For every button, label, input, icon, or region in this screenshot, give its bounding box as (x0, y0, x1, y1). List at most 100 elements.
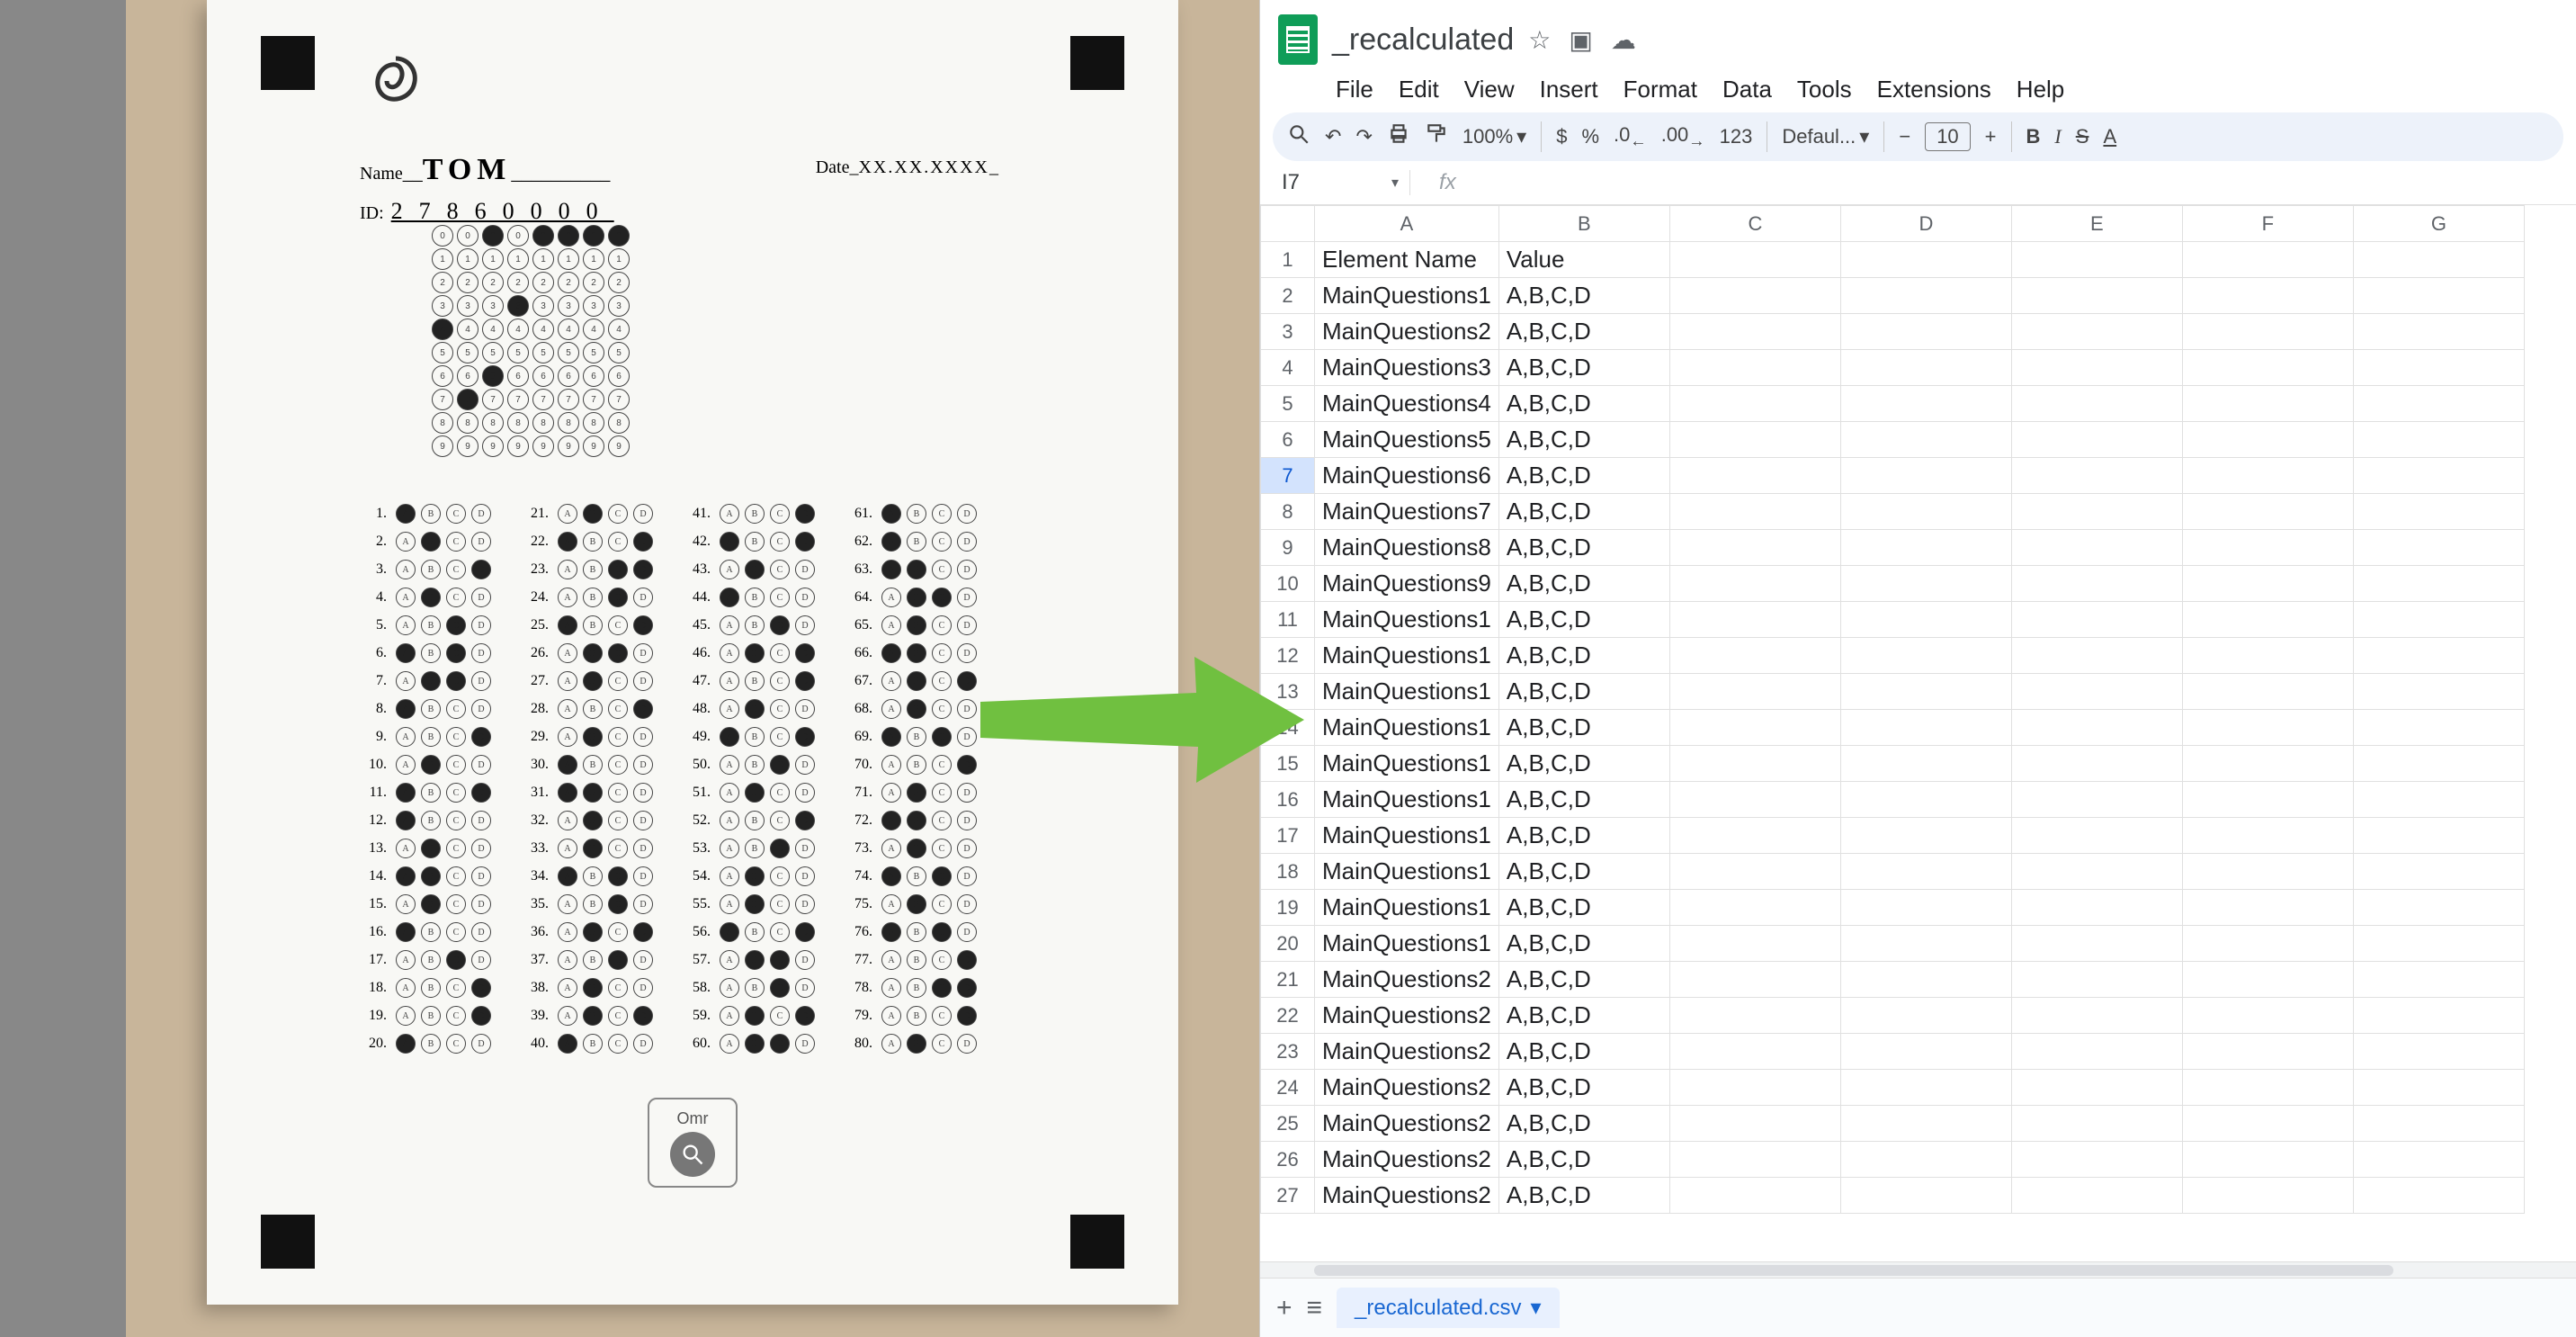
cell[interactable]: A,B,C,D (1498, 890, 1669, 926)
cell[interactable]: A,B,C,D (1498, 350, 1669, 386)
cell[interactable]: MainQuestions5 (1315, 422, 1499, 458)
cell[interactable]: A,B,C,D (1498, 278, 1669, 314)
sheets-app-icon[interactable] (1278, 14, 1318, 65)
bold-button[interactable]: B (2026, 125, 2041, 148)
cell[interactable] (1669, 638, 1840, 674)
cell[interactable] (1669, 602, 1840, 638)
cell[interactable]: MainQuestions1 (1315, 926, 1499, 962)
cell[interactable] (2011, 854, 2182, 890)
cell[interactable] (1840, 566, 2011, 602)
cell[interactable] (2011, 890, 2182, 926)
cell[interactable] (2353, 1178, 2524, 1214)
cell[interactable]: A,B,C,D (1498, 1106, 1669, 1142)
cell[interactable] (2353, 494, 2524, 530)
cell[interactable]: A,B,C,D (1498, 494, 1669, 530)
cell[interactable] (2011, 566, 2182, 602)
cell[interactable] (1840, 818, 2011, 854)
column-header[interactable]: A (1315, 206, 1499, 242)
cell[interactable]: MainQuestions3 (1315, 350, 1499, 386)
column-header[interactable]: F (2182, 206, 2353, 242)
cell[interactable] (1840, 458, 2011, 494)
cell[interactable] (2011, 530, 2182, 566)
cell[interactable] (2011, 458, 2182, 494)
cell[interactable] (2353, 1142, 2524, 1178)
cell[interactable]: A,B,C,D (1498, 710, 1669, 746)
cell[interactable] (2182, 1178, 2353, 1214)
cell[interactable] (2182, 710, 2353, 746)
cell[interactable] (1669, 314, 1840, 350)
cell[interactable] (2353, 1034, 2524, 1070)
chevron-down-icon[interactable]: ▾ (1530, 1295, 1541, 1321)
column-header[interactable]: B (1498, 206, 1669, 242)
menu-help[interactable]: Help (2017, 76, 2064, 103)
row-header[interactable]: 21 (1261, 962, 1315, 998)
cell[interactable]: Element Name (1315, 242, 1499, 278)
cell[interactable] (1669, 242, 1840, 278)
cell[interactable]: A,B,C,D (1498, 386, 1669, 422)
cell[interactable] (2353, 278, 2524, 314)
cell[interactable]: A,B,C,D (1498, 458, 1669, 494)
cell[interactable] (2353, 998, 2524, 1034)
cell[interactable] (2182, 1034, 2353, 1070)
cell[interactable]: A,B,C,D (1498, 602, 1669, 638)
name-box[interactable]: I7 (1275, 166, 1391, 199)
cell[interactable] (2182, 386, 2353, 422)
cell[interactable] (2011, 998, 2182, 1034)
cell[interactable] (2353, 602, 2524, 638)
cell[interactable]: MainQuestions1 (1315, 602, 1499, 638)
cell[interactable] (2011, 710, 2182, 746)
add-sheet-button[interactable]: + (1276, 1293, 1292, 1324)
cell[interactable] (2353, 314, 2524, 350)
cell[interactable] (2011, 818, 2182, 854)
cell[interactable] (1840, 638, 2011, 674)
row-header[interactable]: 10 (1261, 566, 1315, 602)
row-header[interactable]: 8 (1261, 494, 1315, 530)
row-header[interactable]: 4 (1261, 350, 1315, 386)
cell[interactable]: MainQuestions9 (1315, 566, 1499, 602)
cell[interactable] (1669, 962, 1840, 998)
cell[interactable] (1840, 854, 2011, 890)
row-header[interactable]: 24 (1261, 1070, 1315, 1106)
cell[interactable]: MainQuestions1 (1315, 746, 1499, 782)
row-header[interactable]: 6 (1261, 422, 1315, 458)
paint-format-icon[interactable] (1425, 122, 1448, 151)
cell[interactable] (2011, 1142, 2182, 1178)
cell[interactable] (1840, 710, 2011, 746)
cell[interactable] (2011, 638, 2182, 674)
cell[interactable] (1669, 386, 1840, 422)
cell[interactable]: A,B,C,D (1498, 314, 1669, 350)
row-header[interactable]: 2 (1261, 278, 1315, 314)
cell[interactable] (2353, 746, 2524, 782)
cell[interactable] (1669, 746, 1840, 782)
cell[interactable] (1840, 494, 2011, 530)
decrease-font-icon[interactable]: − (1899, 125, 1910, 148)
cell[interactable]: A,B,C,D (1498, 1070, 1669, 1106)
cell[interactable] (1669, 1178, 1840, 1214)
cell[interactable] (1669, 854, 1840, 890)
cell[interactable]: MainQuestions1 (1315, 638, 1499, 674)
cell[interactable] (1669, 350, 1840, 386)
cell[interactable] (1669, 422, 1840, 458)
all-sheets-button[interactable]: ≡ (1307, 1293, 1323, 1324)
cell[interactable] (2011, 494, 2182, 530)
cell[interactable] (2011, 278, 2182, 314)
cell[interactable] (2182, 602, 2353, 638)
cell[interactable] (2011, 314, 2182, 350)
font-size-input[interactable]: 10 (1925, 122, 1970, 151)
cell[interactable] (2011, 962, 2182, 998)
redo-icon[interactable]: ↷ (1355, 125, 1372, 148)
row-header[interactable]: 17 (1261, 818, 1315, 854)
cell[interactable] (1669, 278, 1840, 314)
cell[interactable]: A,B,C,D (1498, 782, 1669, 818)
column-header[interactable]: D (1840, 206, 2011, 242)
cell[interactable]: A,B,C,D (1498, 674, 1669, 710)
menu-data[interactable]: Data (1722, 76, 1772, 103)
cell[interactable] (1669, 566, 1840, 602)
cell[interactable] (2011, 422, 2182, 458)
percent-button[interactable]: % (1581, 125, 1599, 148)
menu-edit[interactable]: Edit (1399, 76, 1439, 103)
cell[interactable] (2182, 1142, 2353, 1178)
row-header[interactable]: 7 (1261, 458, 1315, 494)
cell[interactable] (2182, 242, 2353, 278)
cell[interactable]: MainQuestions2 (1315, 1106, 1499, 1142)
